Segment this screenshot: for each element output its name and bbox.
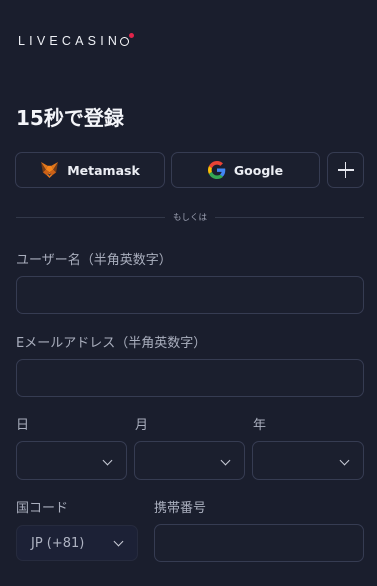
google-button[interactable]: Google (171, 152, 320, 188)
phone-label: 携帯番号 (154, 501, 207, 516)
or-divider: もしくは (16, 210, 365, 224)
more-options-button[interactable] (327, 152, 364, 188)
chevron-down-icon (113, 536, 124, 547)
country-code-label: 国コード (16, 501, 69, 516)
google-label: Google (233, 162, 284, 178)
logo-o-ring-icon (120, 32, 135, 46)
divider-text: もしくは (173, 213, 208, 223)
month-label: 月 (135, 418, 149, 433)
divider-line-right (215, 216, 365, 218)
chevron-down-icon (102, 455, 113, 466)
username-input[interactable] (16, 276, 364, 314)
day-label: 日 (16, 418, 30, 433)
metamask-fox-icon (41, 161, 59, 179)
logo-red-dot (129, 32, 135, 38)
brand-logo[interactable]: LIVECASIN (18, 32, 135, 48)
year-label: 年 (253, 418, 267, 433)
country-code-value: JP (+81) (31, 536, 85, 551)
chevron-down-icon (339, 455, 350, 466)
phone-input[interactable] (154, 524, 364, 562)
metamask-button[interactable]: Metamask (15, 152, 165, 188)
page-title: 15秒で登録 (16, 106, 124, 130)
day-select[interactable] (16, 441, 127, 480)
divider-line-left (16, 216, 165, 218)
email-label: Eメールアドレス（半角英数字） (16, 336, 207, 351)
chevron-down-icon (220, 455, 231, 466)
plus-icon (337, 162, 354, 178)
brand-logo-text: LIVECASIN (18, 34, 122, 48)
username-label: ユーザー名（半角英数字） (16, 253, 172, 268)
country-code-select[interactable]: JP (+81) (16, 525, 138, 561)
metamask-label: Metamask (67, 162, 140, 178)
month-select[interactable] (134, 441, 245, 480)
year-select[interactable] (252, 441, 364, 480)
email-input[interactable] (16, 359, 364, 397)
google-g-icon (207, 161, 226, 179)
